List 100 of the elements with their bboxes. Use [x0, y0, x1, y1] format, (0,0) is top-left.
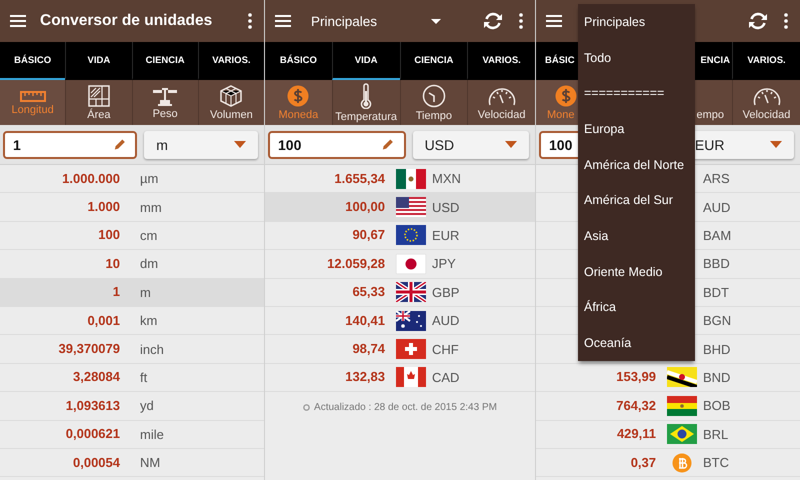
- result-row[interactable]: 3,28084 ft: [0, 364, 264, 392]
- menu-item[interactable]: Asia: [578, 218, 695, 254]
- menu-item[interactable]: Principales: [578, 4, 695, 40]
- menu-icon[interactable]: [275, 15, 291, 27]
- thermometer-icon: [360, 82, 372, 108]
- caret-icon: [234, 141, 246, 148]
- coin-icon: [287, 84, 310, 106]
- converted-value: 1.000.000: [62, 170, 120, 186]
- result-row[interactable]: 1 m: [0, 278, 264, 307]
- unit-label: km: [140, 313, 158, 328]
- flag-icon: [667, 367, 697, 388]
- result-row[interactable]: 65,33 GBP: [265, 278, 535, 307]
- converted-value: 65,33: [352, 284, 385, 300]
- converted-value: 0,000621: [66, 426, 120, 442]
- converted-value: 1.000: [87, 199, 120, 214]
- unit-label: ARS: [703, 171, 730, 186]
- result-row[interactable]: 132,83 CAD: [265, 364, 535, 392]
- list-dropdown[interactable]: Principales: [311, 14, 441, 28]
- converted-value: 429,11: [616, 426, 656, 442]
- unit-label: CHF: [432, 342, 459, 357]
- result-row[interactable]: 153,99 BND: [536, 364, 800, 392]
- flag-icon: [667, 396, 697, 416]
- converted-value: 12.059,28: [327, 256, 385, 271]
- unit-label: NM: [140, 455, 160, 470]
- menu-item[interactable]: Oceanía: [578, 325, 695, 361]
- unit-label: AUD: [703, 200, 730, 215]
- converted-value: 132,83: [345, 369, 385, 384]
- unit-label: JPY: [432, 256, 456, 272]
- converted-value: 0,001: [87, 312, 120, 328]
- menu-icon[interactable]: [10, 15, 26, 27]
- scale-icon: [152, 86, 178, 106]
- converted-value: 98,74: [352, 341, 385, 356]
- converted-value: 1: [112, 284, 120, 300]
- menu-item[interactable]: África: [578, 290, 695, 326]
- unit-label: BND: [703, 370, 730, 385]
- menu-item[interactable]: Oriente Medio: [578, 254, 695, 290]
- unit-label: cm: [140, 228, 158, 243]
- unit-label: mile: [140, 426, 164, 442]
- caret-icon: [505, 141, 517, 148]
- ruler-icon: [20, 90, 46, 102]
- unit-label: BOB: [703, 398, 730, 414]
- unit-label: MXN: [432, 171, 461, 186]
- flag-icon: [396, 282, 426, 302]
- converted-value: 39,370079: [58, 341, 120, 356]
- converted-value: 100: [98, 227, 120, 242]
- converted-value: 0,00054: [73, 454, 120, 470]
- unit-label: BDT: [703, 284, 729, 300]
- cube-icon: [220, 84, 242, 106]
- app-title: Conversor de unidades: [40, 12, 212, 30]
- flag-icon: [396, 197, 426, 218]
- clock-icon: [422, 84, 446, 108]
- unit-label: BGN: [703, 313, 732, 328]
- result-row[interactable]: 0,000621 mile: [0, 420, 264, 449]
- converted-value: 90,67: [352, 227, 385, 242]
- converted-value: 764,32: [616, 398, 656, 413]
- unit-label: ft: [140, 370, 148, 385]
- flag-icon: [396, 367, 426, 388]
- unit-label: EUR: [432, 228, 460, 243]
- unit-label: yd: [140, 398, 154, 414]
- more-icon[interactable]: [248, 13, 252, 29]
- more-icon[interactable]: [519, 13, 523, 29]
- unit-label: µm: [140, 171, 158, 186]
- amount-field[interactable]: 100: [268, 130, 406, 158]
- unit-label: mm: [140, 200, 162, 215]
- unit-label: USD: [432, 200, 460, 215]
- flag-icon: [396, 254, 426, 274]
- flag-icon: [667, 424, 697, 444]
- result-row[interactable]: 100,00 USD: [265, 193, 535, 222]
- coin-icon: [555, 84, 577, 106]
- flag-icon: [396, 225, 426, 246]
- converted-value: 3,28084: [73, 369, 120, 384]
- menu-item[interactable]: América del Sur: [578, 182, 695, 218]
- pencil-icon: [114, 138, 126, 151]
- unit-label: dm: [140, 256, 158, 272]
- unit-dropdown[interactable]: m: [144, 130, 258, 158]
- flag-icon: [396, 310, 426, 331]
- converted-value: 0,37: [630, 454, 656, 470]
- converted-value: 100,00: [345, 199, 385, 214]
- converted-value: 153,99: [616, 369, 656, 384]
- unit-label: BBD: [703, 256, 730, 272]
- update-note: Actualizado : 28 de oct. de 2015 2:43 PM: [314, 402, 497, 413]
- converted-value: 1,093613: [66, 398, 120, 413]
- flag-icon: [396, 339, 426, 360]
- unit-label: m: [140, 284, 151, 300]
- caret-icon: [770, 141, 782, 148]
- result-row[interactable]: 429,11 BRL: [536, 420, 800, 449]
- more-icon[interactable]: [784, 13, 788, 29]
- unit-label: BHD: [703, 342, 730, 357]
- flag-icon: [396, 168, 426, 189]
- unit-label: BRL: [703, 426, 728, 442]
- unit-label: BTC: [703, 455, 729, 470]
- menu-icon[interactable]: [546, 15, 562, 27]
- caret-icon: [431, 18, 441, 24]
- unit-label: GBP: [432, 284, 460, 300]
- converted-value: 140,41: [345, 312, 385, 328]
- unit-label: inch: [140, 342, 164, 357]
- grid-icon: [88, 84, 110, 106]
- unit-dropdown[interactable]: USD: [412, 130, 529, 158]
- converted-value: 10: [106, 256, 120, 271]
- amount-field[interactable]: 1: [3, 130, 138, 158]
